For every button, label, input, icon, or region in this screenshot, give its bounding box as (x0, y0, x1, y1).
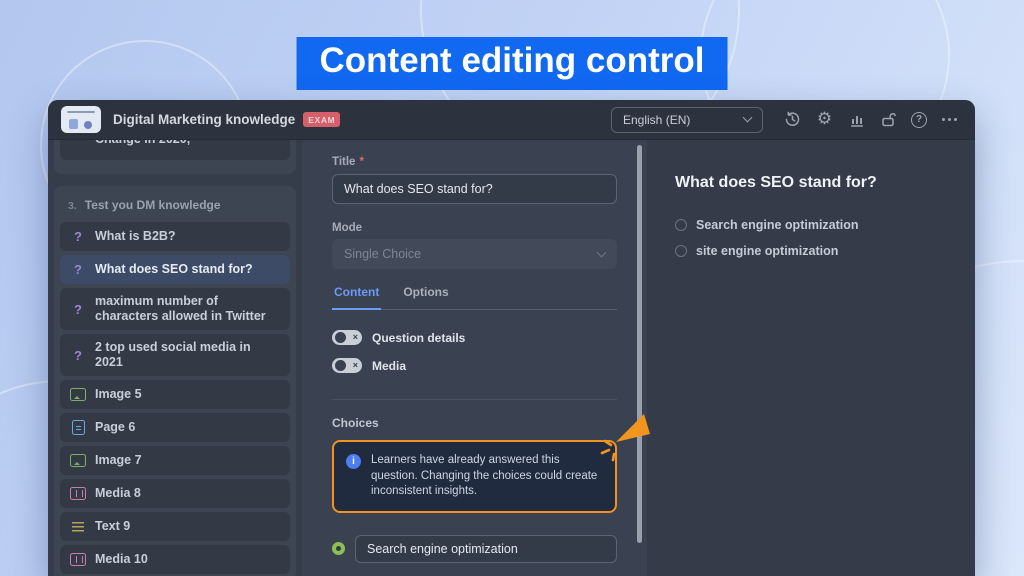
correct-radio-icon[interactable] (332, 542, 345, 555)
history-icon[interactable] (783, 110, 802, 129)
section-number: 3. (68, 200, 77, 212)
sidebar-item[interactable]: What does SEO stand for? (60, 255, 290, 284)
chevron-down-icon (597, 247, 607, 257)
sidebar-item[interactable]: maximum number of characters allowed in … (60, 288, 290, 330)
radio-icon (675, 219, 687, 231)
sidebar-item-label: maximum number of characters allowed in … (95, 288, 273, 330)
sidebar-item[interactable]: What is B2B? (60, 222, 290, 251)
editor-scrollbar[interactable] (637, 145, 642, 543)
sidebar-item[interactable]: Image 7 (60, 446, 290, 475)
sidebar-item-label: Text 9 (95, 513, 130, 540)
sidebar-item-label: Image 7 (95, 447, 142, 474)
choice-input[interactable] (355, 535, 617, 563)
chevron-down-icon (743, 113, 753, 123)
sidebar-item-label: Change in 2020, (95, 140, 190, 153)
preview-option[interactable]: Search engine optimization (675, 218, 947, 232)
warning-text: Learners have already answered this ques… (371, 453, 603, 500)
sidebar-item[interactable]: Page 6 (60, 413, 290, 442)
statistics-icon[interactable] (847, 110, 866, 129)
page-title: Content editing control (297, 37, 728, 90)
sidebar-item-label: Media 10 (95, 546, 148, 573)
more-icon[interactable] (940, 110, 959, 129)
toggle-row: × Question details (332, 330, 617, 345)
sidebar-section-partial: Change in 2020, (54, 140, 296, 174)
settings-icon[interactable]: ⚙ (815, 110, 834, 129)
sidebar-item[interactable]: Media 10 (60, 545, 290, 574)
text-icon (70, 519, 86, 535)
sidebar-item[interactable]: Image 5 (60, 380, 290, 409)
section-title: Test you DM knowledge (85, 198, 221, 212)
preview-options: Search engine optimization site engine op… (675, 218, 947, 258)
info-icon (346, 454, 361, 469)
sidebar-item[interactable]: Media 8 (60, 479, 290, 508)
sidebar-item[interactable]: Text 9 (60, 512, 290, 541)
sidebar-item-partial[interactable]: Change in 2020, (60, 140, 290, 160)
toggle-list: × Question details × Media (332, 330, 617, 373)
course-title: Digital Marketing knowledge (113, 112, 295, 127)
toggle-label: Media (372, 359, 406, 373)
title-label: Title* (332, 156, 617, 168)
page-background: Content editing control Digital Marketin… (0, 0, 1024, 576)
editor-tabs: Content Options (332, 285, 617, 310)
image-icon (70, 453, 86, 469)
app-header: Digital Marketing knowledge EXAM English… (48, 100, 975, 140)
image-icon (70, 387, 86, 403)
required-marker: * (359, 156, 363, 168)
mode-value: Single Choice (344, 247, 421, 261)
question-icon (70, 262, 86, 278)
radio-icon (675, 245, 687, 257)
title-input[interactable] (332, 174, 617, 204)
language-value: English (EN) (623, 113, 690, 127)
question-icon (70, 301, 86, 317)
course-thumbnail (61, 106, 101, 133)
toggle-label: Question details (372, 331, 465, 345)
mode-label: Mode (332, 222, 617, 234)
help-icon[interactable] (911, 112, 927, 128)
mode-select[interactable]: Single Choice (332, 239, 617, 269)
exam-badge: EXAM (303, 112, 340, 127)
sidebar-item[interactable]: 2 top used social media in 2021 (60, 334, 290, 376)
question-icon (70, 229, 86, 245)
divider (332, 399, 617, 400)
content-sidebar: Change in 2020, 3. Test you DM knowledge… (48, 140, 302, 576)
media-icon (70, 486, 86, 502)
question-editor-panel: Title* Mode Single Choice Content Options… (302, 140, 647, 576)
toggle-question-details[interactable]: × (332, 330, 362, 345)
warning-callout: Learners have already answered this ques… (332, 440, 617, 513)
preview-option[interactable]: site engine optimization (675, 244, 947, 258)
sidebar-item-label: 2 top used social media in 2021 (95, 334, 273, 376)
tab-options[interactable]: Options (401, 285, 450, 309)
toggle-row: × Media (332, 358, 617, 373)
section-header: 3. Test you DM knowledge (60, 186, 290, 212)
sidebar-item-label: Page 6 (95, 414, 135, 441)
app-window: Digital Marketing knowledge EXAM English… (48, 100, 975, 576)
choices-label: Choices (332, 416, 617, 430)
media-icon (70, 552, 86, 568)
sidebar-item-label: What is B2B? (95, 223, 176, 250)
unlock-icon[interactable] (879, 110, 898, 129)
language-selector[interactable]: English (EN) (611, 107, 763, 133)
question-icon (70, 347, 86, 363)
toggle-media[interactable]: × (332, 358, 362, 373)
sidebar-item-label: Media 8 (95, 480, 141, 507)
question-preview-panel: What does SEO stand for? Search engine o… (647, 140, 975, 576)
preview-question: What does SEO stand for? (675, 174, 947, 192)
tab-content[interactable]: Content (332, 285, 381, 310)
sidebar-item-label: Image 5 (95, 381, 142, 408)
sidebar-item-label: What does SEO stand for? (95, 256, 253, 283)
sidebar-item-list: What is B2B? What does SEO stand for? maxi… (60, 222, 290, 574)
choice-row (332, 535, 617, 563)
sidebar-section: 3. Test you DM knowledge What is B2B?Wha… (54, 186, 296, 576)
page-icon (70, 420, 86, 436)
